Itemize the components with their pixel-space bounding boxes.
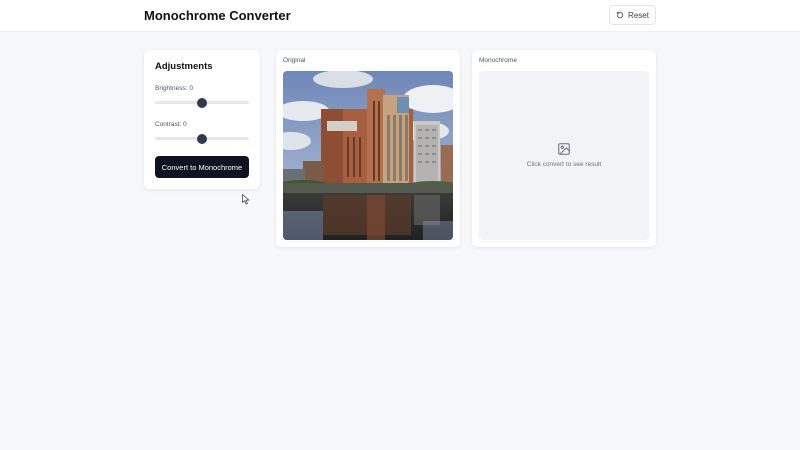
adjustments-panel: Adjustments Brightness: 0 Contrast: 0 Co… (144, 50, 260, 189)
monochrome-label: Monochrome (479, 57, 517, 64)
placeholder-text: Click convert to see result (526, 161, 602, 168)
brightness-slider[interactable] (155, 97, 249, 108)
contrast-slider[interactable] (155, 133, 249, 144)
original-image (283, 71, 453, 240)
brightness-label: Brightness: 0 (155, 85, 193, 92)
contrast-label: Contrast: 0 (155, 121, 187, 128)
contrast-slider-thumb[interactable] (197, 133, 207, 144)
convert-to-monochrome-button[interactable]: Convert to Monochrome (155, 156, 249, 178)
building-photo (283, 71, 453, 240)
reset-label: Reset (628, 10, 649, 20)
app-header: Monochrome Converter Reset (0, 0, 800, 32)
adjustments-title: Adjustments (155, 61, 213, 72)
image-icon (558, 143, 570, 155)
original-label: Original (283, 57, 306, 64)
monochrome-panel: Monochrome Click convert to see result (472, 50, 656, 247)
mouse-cursor-icon (242, 194, 250, 205)
reset-button[interactable]: Reset (609, 5, 656, 25)
monochrome-result-area: Click convert to see result (479, 71, 649, 240)
original-panel: Original (276, 50, 460, 247)
brightness-slider-thumb[interactable] (197, 97, 207, 108)
rotate-ccw-icon (616, 11, 624, 19)
app-title: Monochrome Converter (144, 8, 291, 23)
